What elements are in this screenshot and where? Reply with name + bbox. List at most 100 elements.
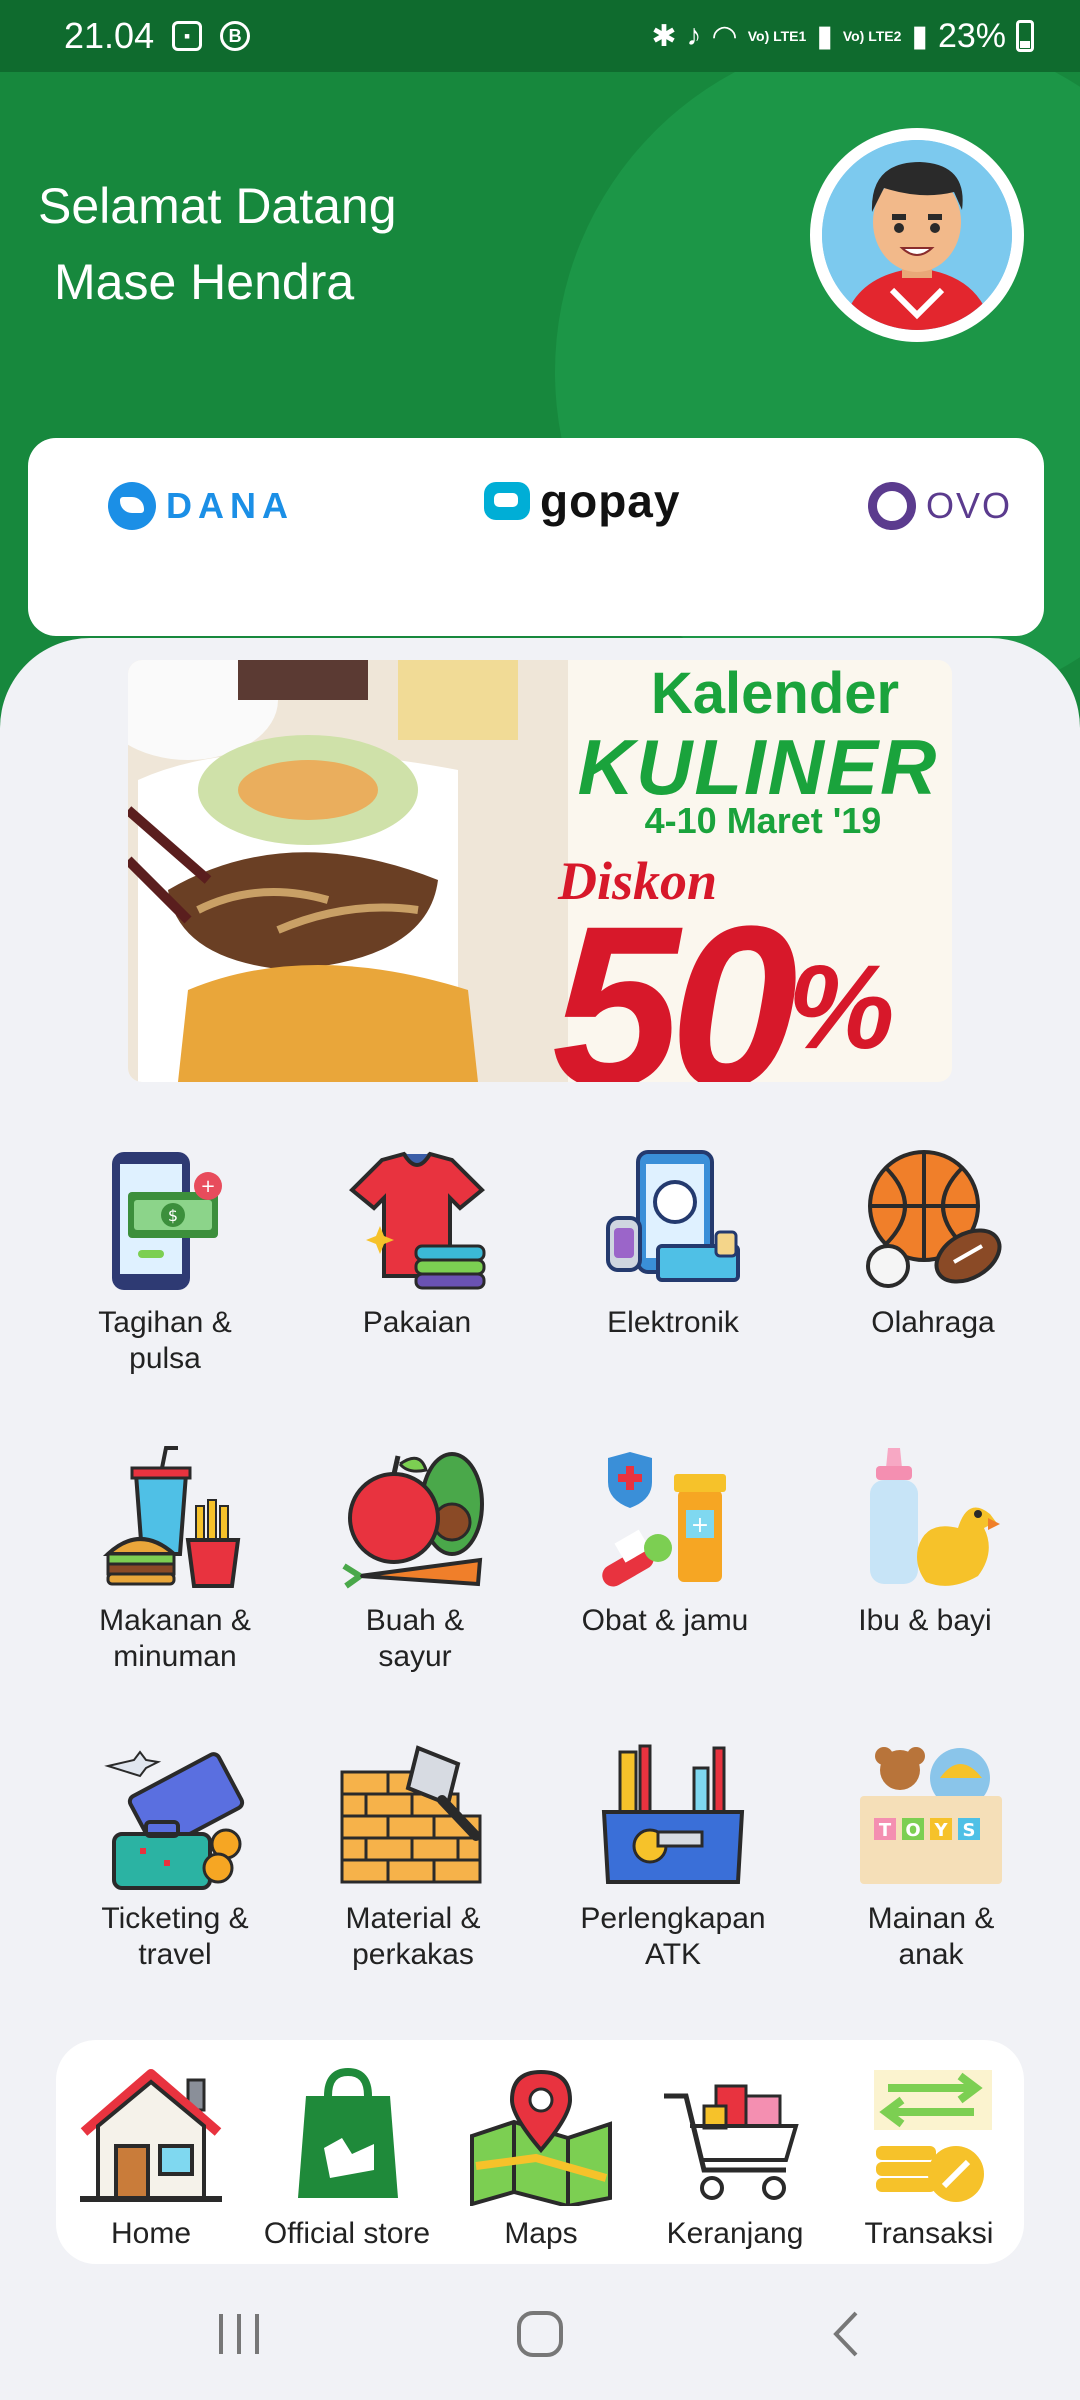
shopping-bag-icon (298, 2067, 398, 2198)
gallery-notification-icon: ▪ (172, 21, 203, 51)
greeting-line1: Selamat Datang (38, 178, 397, 234)
wallet-gopay[interactable]: gopay (484, 474, 680, 528)
baby-bottle-duck-icon (870, 1448, 1000, 1586)
toys-box-icon: T O Y S (860, 1747, 1002, 1884)
signal1-icon: ▮ (816, 19, 833, 53)
b-notification-icon: B (220, 21, 251, 51)
battery-percent: 23% (937, 16, 1006, 55)
gopay-logo-icon (484, 482, 530, 520)
medicine-icon: + (602, 1452, 726, 1587)
travel-ticket-icon (104, 1750, 245, 1890)
category-label: Buah & sayur (365, 1604, 465, 1673)
sports-balls-icon (866, 1150, 1002, 1288)
nav-label: Transaksi (864, 2217, 994, 2250)
category-label: Perlengkapan ATK (580, 1902, 766, 1971)
wallet-ovo[interactable]: OVO (868, 482, 1012, 530)
bottom-navigation: Home Official store Maps Keranjang Trans… (56, 2040, 1024, 2264)
system-navigation-bar (0, 2264, 1080, 2400)
category-label: Tagihan & pulsa (98, 1306, 232, 1375)
banner-discount-value: 50% (552, 892, 895, 1083)
nav-label: Home (110, 2217, 192, 2250)
back-chevron-icon (833, 2311, 858, 2357)
mute-icon: ♪ (686, 19, 702, 52)
banner-discount-unit: % (787, 940, 895, 1074)
category-obat-jamu[interactable]: + Obat & jamu (540, 1444, 790, 1639)
category-ticketing-travel[interactable]: Ticketing & travel (50, 1742, 300, 1973)
signal2-icon: ▮ (911, 19, 928, 53)
avatar-face-icon (822, 140, 1012, 330)
map-pin-icon (470, 2069, 612, 2209)
wifi-icon: ◠ (711, 19, 738, 53)
svg-text:Y: Y (933, 1820, 948, 1841)
transaction-icon (874, 2070, 992, 2202)
home-button[interactable] (500, 2304, 580, 2364)
category-label: Obat & jamu (581, 1604, 749, 1637)
recent-apps-icon (219, 2314, 259, 2354)
home-circle-icon (517, 2311, 563, 2357)
greeting-name: Mase Hendra (54, 254, 355, 310)
category-olahraga[interactable]: Olahraga (808, 1146, 1058, 1341)
electronics-icon (606, 1150, 740, 1282)
nav-label: Official store (263, 2217, 431, 2250)
svg-text:+: + (200, 1176, 215, 1197)
svg-text:+: + (691, 1513, 709, 1538)
banner-title-top: Kalender (650, 661, 900, 726)
category-buah-sayur[interactable]: Buah & sayur (290, 1444, 540, 1675)
category-material-perkakas[interactable]: Material & perkakas (288, 1742, 538, 1973)
sim2-label: Vo) LTE2 (842, 28, 902, 44)
wallet-dana[interactable]: DANA (108, 482, 294, 530)
category-mainan-anak[interactable]: T O Y S Mainan & anak (806, 1742, 1056, 1973)
house-icon (80, 2069, 222, 2202)
nav-label: Maps (504, 2217, 578, 2250)
wallet-gopay-label: gopay (540, 475, 681, 527)
stationery-icon (601, 1744, 745, 1884)
nav-maps[interactable]: Maps (446, 2066, 636, 2251)
greeting: Selamat Datang Mase Hendra (38, 168, 397, 320)
category-pakaian[interactable]: Pakaian (292, 1146, 542, 1341)
nav-label: Keranjang (666, 2217, 804, 2250)
nav-official-store[interactable]: Official store (252, 2066, 442, 2251)
category-label: Ibu & bayi (858, 1604, 992, 1637)
category-label: Olahraga (871, 1306, 995, 1339)
avatar[interactable] (810, 128, 1024, 342)
shopping-cart-icon (664, 2084, 799, 2200)
ewallet-card: DANA gopay OVO (28, 438, 1044, 636)
recent-apps-button[interactable] (200, 2304, 280, 2364)
bill-phone-icon: $ + (112, 1152, 222, 1290)
nav-transaksi[interactable]: Transaksi (834, 2066, 1024, 2251)
category-ibu-bayi[interactable]: Ibu & bayi (800, 1444, 1050, 1639)
category-makanan-minuman[interactable]: Makanan & minuman (50, 1444, 300, 1675)
category-perlengkapan-atk[interactable]: Perlengkapan ATK (548, 1742, 798, 1973)
sim1-label: Vo) LTE1 (747, 28, 807, 44)
banner-discount-number: 50 (552, 878, 798, 1083)
svg-text:O: O (905, 1820, 920, 1841)
food-plate-image (128, 660, 568, 1082)
category-label: Mainan & anak (867, 1902, 995, 1971)
bluetooth-icon: ✱ (651, 19, 677, 53)
nav-keranjang[interactable]: Keranjang (640, 2066, 830, 2251)
fast-food-icon (102, 1446, 241, 1588)
category-label: Elektronik (607, 1306, 739, 1339)
main-panel: Kalender KULINER 4-10 Maret '19 Diskon 5… (0, 638, 1080, 2278)
fruit-vegetable-icon (342, 1452, 484, 1589)
category-label: Makanan & minuman (99, 1604, 251, 1673)
svg-text:S: S (963, 1820, 976, 1841)
dana-logo-icon (108, 482, 156, 530)
promo-banner[interactable]: Kalender KULINER 4-10 Maret '19 Diskon 5… (128, 660, 952, 1082)
wallet-ovo-label: OVO (926, 485, 1013, 526)
status-time: 21.04 (64, 15, 155, 56)
category-label: Material & perkakas (345, 1902, 481, 1971)
battery-icon (1016, 20, 1034, 52)
nav-home[interactable]: Home (56, 2066, 246, 2251)
brick-trowel-icon (340, 1745, 482, 1884)
wallet-dana-label: DANA (166, 485, 294, 526)
banner-date: 4-10 Maret '19 (644, 800, 882, 841)
ovo-logo-icon (868, 482, 916, 530)
category-tagihan-pulsa[interactable]: $ + Tagihan & pulsa (40, 1146, 290, 1377)
category-elektronik[interactable]: Elektronik (548, 1146, 798, 1341)
back-button[interactable] (806, 2304, 886, 2364)
status-bar: 21.04 ▪ B ✱ ♪ ◠ Vo) LTE1 ▮ Vo) LTE2 ▮ 23… (0, 0, 1080, 72)
svg-text:$: $ (168, 1206, 178, 1225)
shirt-icon (349, 1151, 486, 1290)
category-label: Ticketing & travel (101, 1902, 249, 1971)
